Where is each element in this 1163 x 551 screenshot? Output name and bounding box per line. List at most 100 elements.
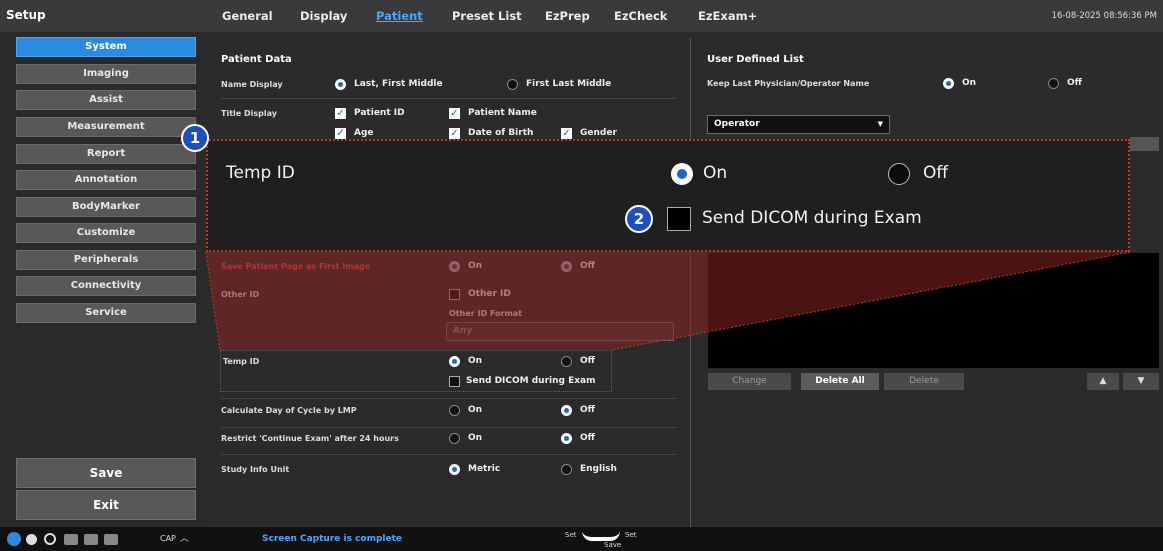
zoom-send-dicom-label: Send DICOM during Exam (702, 208, 922, 228)
divider (221, 398, 677, 399)
sidebar-item-imaging[interactable]: Imaging (16, 64, 196, 84)
tab-ezexam[interactable]: EzExam+ (698, 0, 757, 32)
zoom-send-dicom-check[interactable] (667, 207, 691, 231)
divider (221, 427, 677, 428)
zoom-on-label: On (703, 163, 728, 183)
left-panel: Setup System Imaging Assist Measurement … (0, 0, 206, 527)
vertical-divider (690, 38, 691, 527)
trackball-icon (582, 531, 620, 541)
sidebar-item-connectivity[interactable]: Connectivity (16, 276, 196, 296)
exit-button[interactable]: Exit (16, 490, 196, 520)
other-id-check-label: Other ID (468, 289, 511, 299)
user-list-box[interactable] (708, 253, 1159, 368)
tab-preset-list[interactable]: Preset List (452, 0, 522, 32)
restrict-off-label: Off (580, 433, 595, 443)
sidebar-item-service[interactable]: Service (16, 303, 196, 323)
move-up-button[interactable]: ▲ (1087, 373, 1119, 390)
tab-patient[interactable]: Patient (376, 0, 423, 32)
delete-button[interactable]: Delete (884, 373, 964, 390)
add-button[interactable] (1130, 137, 1159, 151)
chevron-down-icon: ▼ (877, 120, 883, 128)
patient-id-check-label: Patient ID (354, 108, 405, 118)
operator-select-value: Operator (714, 119, 760, 129)
other-id-format-label: Other ID Format (449, 309, 523, 318)
send-dicom-check[interactable] (449, 376, 460, 387)
patient-name-check[interactable]: ✓ (449, 108, 460, 119)
setup-title: Setup (0, 0, 206, 32)
change-button[interactable]: Change (708, 373, 791, 390)
temp-id-radio-off[interactable] (561, 356, 572, 367)
other-id-label: Other ID (221, 290, 260, 299)
keep-last-off-label: Off (1067, 78, 1082, 88)
dob-check-label: Date of Birth (468, 128, 534, 138)
gender-check[interactable]: ✓ (561, 128, 572, 139)
keep-last-radio-on[interactable] (943, 78, 954, 89)
other-id-check[interactable] (449, 289, 460, 300)
save-page-label: Save Patient Page as First Image (221, 262, 371, 271)
restrict-radio-on[interactable] (449, 433, 460, 444)
tab-general[interactable]: General (222, 0, 273, 32)
gender-check-label: Gender (580, 128, 617, 138)
study-unit-metric-label: Metric (468, 464, 501, 474)
study-unit-radio-metric[interactable] (449, 464, 460, 475)
tab-ezprep[interactable]: EzPrep (545, 0, 590, 32)
divider (221, 454, 677, 455)
calc-cycle-on-label: On (468, 405, 483, 415)
name-display-radio-2[interactable] (507, 79, 518, 90)
dob-check[interactable]: ✓ (449, 128, 460, 139)
name-display-opt-1: Last, First Middle (354, 79, 443, 89)
operator-select[interactable]: Operator ▼ (707, 115, 890, 134)
temp-id-radio-on[interactable] (449, 356, 460, 367)
zoom-temp-id-radio-off[interactable] (888, 163, 910, 185)
network-icon (26, 534, 37, 545)
calc-cycle-label: Calculate Day of Cycle by LMP (221, 406, 357, 415)
caps-indicator: CAP (160, 534, 176, 543)
zoom-callout-box: Temp ID On Off Send DICOM during Exam (206, 139, 1130, 252)
sidebar-item-assist[interactable]: Assist (16, 90, 196, 110)
tab-ezcheck[interactable]: EzCheck (614, 0, 667, 32)
sidebar-item-peripherals[interactable]: Peripherals (16, 250, 196, 270)
printer-icon (64, 534, 78, 545)
calc-cycle-radio-on[interactable] (449, 405, 460, 416)
restrict-radio-off[interactable] (561, 433, 572, 444)
keep-last-radio-off[interactable] (1048, 78, 1059, 89)
name-display-radio-1[interactable] (335, 79, 346, 90)
save-page-radio-off[interactable] (561, 261, 572, 272)
tab-display[interactable]: Display (300, 0, 347, 32)
temp-id-label: Temp ID (223, 357, 260, 366)
chevron-up-icon[interactable]: ︿ (180, 527, 189, 551)
name-display-label: Name Display (221, 80, 283, 89)
status-message: Screen Capture is complete (262, 534, 403, 544)
sidebar-item-annotation[interactable]: Annotation (16, 170, 196, 190)
set-left-label: Set (565, 531, 577, 539)
restrict-label: Restrict 'Continue Exam' after 24 hours (221, 434, 399, 443)
save-page-radio-on[interactable] (449, 261, 460, 272)
send-dicom-check-label: Send DICOM during Exam (466, 376, 596, 386)
sidebar-item-report[interactable]: Report (16, 144, 196, 164)
step-badge-1: 1 (181, 124, 209, 152)
patient-id-check[interactable]: ✓ (335, 108, 346, 119)
age-check[interactable]: ✓ (335, 128, 346, 139)
study-unit-label: Study Info Unit (221, 465, 290, 474)
sidebar-item-customize[interactable]: Customize (16, 223, 196, 243)
delete-all-button[interactable]: Delete All (801, 373, 879, 390)
save-button[interactable]: Save (16, 458, 196, 488)
step-badge-2: 2 (625, 205, 653, 233)
study-unit-english-label: English (580, 464, 617, 474)
sidebar-item-measurement[interactable]: Measurement (16, 117, 196, 137)
zoom-temp-id-radio-on[interactable] (671, 163, 693, 185)
calc-cycle-radio-off[interactable] (561, 405, 572, 416)
user-icon[interactable] (7, 532, 21, 546)
title-display-label: Title Display (221, 109, 277, 118)
zoom-off-label: Off (923, 163, 949, 183)
other-id-format-select[interactable]: Any (446, 322, 674, 341)
tab-bar: General Display Patient Preset List EzPr… (206, 0, 1163, 32)
name-display-opt-2: First Last Middle (526, 79, 612, 89)
sidebar-item-system[interactable]: System (16, 37, 196, 57)
study-unit-radio-english[interactable] (561, 464, 572, 475)
move-down-button[interactable]: ▼ (1123, 373, 1159, 390)
device-icon (104, 534, 118, 545)
sidebar-item-bodymarker[interactable]: BodyMarker (16, 197, 196, 217)
archive-icon (84, 534, 98, 545)
temp-id-off-label: Off (580, 356, 595, 366)
